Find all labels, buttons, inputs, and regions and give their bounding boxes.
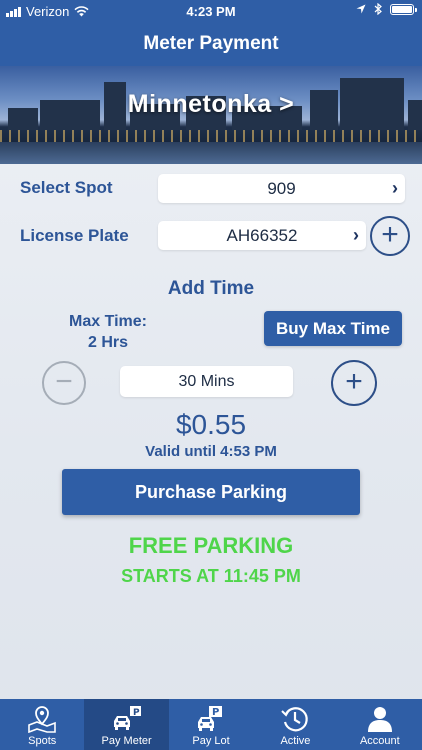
free-parking-notice: FREE PARKING xyxy=(128,533,294,558)
map-pin-icon xyxy=(28,706,57,733)
tab-label: Spots xyxy=(28,735,57,747)
valid-until-text: Valid until 4:53 PM xyxy=(145,443,277,460)
tab-label: Pay Lot xyxy=(192,735,230,747)
city-selector[interactable]: Minnetonka > xyxy=(0,90,422,119)
license-plate-label: License Plate xyxy=(20,226,129,245)
add-plate-button[interactable]: + xyxy=(370,216,410,256)
battery-icon xyxy=(390,3,417,15)
purchase-parking-button[interactable]: Purchase Parking xyxy=(62,469,360,515)
tab-pay-meter[interactable]: P Pay Meter xyxy=(84,699,169,750)
plus-icon: + xyxy=(381,218,399,251)
max-time-info: Max Time: 2 Hrs xyxy=(60,311,156,353)
person-icon xyxy=(367,707,392,732)
license-plate-field[interactable]: AH66352 › xyxy=(158,221,366,250)
duration-field[interactable]: 30 Mins xyxy=(120,366,293,397)
tab-pay-lot[interactable]: P Pay Lot xyxy=(169,699,253,750)
tab-label: Pay Meter xyxy=(101,735,152,747)
svg-text:P: P xyxy=(212,707,219,718)
price-amount: $0.55 xyxy=(175,409,247,440)
bluetooth-icon xyxy=(374,3,382,15)
tab-label: Active xyxy=(280,735,311,747)
svg-text:P: P xyxy=(133,708,140,718)
car-lot-icon: P xyxy=(198,706,223,731)
max-time-label: Max Time: xyxy=(69,313,147,330)
minus-icon: − xyxy=(55,365,73,398)
increase-time-button[interactable]: + xyxy=(331,360,377,406)
chevron-right-icon: › xyxy=(353,225,359,245)
tab-label: Account xyxy=(359,735,400,747)
car-meter-icon: P xyxy=(113,706,141,730)
buy-max-time-button[interactable]: Buy Max Time xyxy=(264,311,402,346)
clock-history-icon xyxy=(281,707,309,732)
add-time-heading: Add Time xyxy=(167,278,255,299)
tab-spots[interactable]: Spots xyxy=(0,699,84,750)
spot-field[interactable]: 909 › xyxy=(158,174,405,203)
location-arrow-icon xyxy=(356,4,366,14)
page-title: Meter Payment xyxy=(0,22,422,66)
spot-value: 909 xyxy=(267,179,296,198)
plus-icon: + xyxy=(345,365,363,398)
chevron-right-icon: › xyxy=(392,178,398,198)
lake-reflection xyxy=(0,142,422,164)
max-time-value: 2 Hrs xyxy=(87,334,129,351)
city-banner[interactable]: Minnetonka > xyxy=(0,66,422,164)
tab-active[interactable]: Active xyxy=(253,699,337,750)
select-spot-label: Select Spot xyxy=(20,178,113,197)
license-plate-value: AH66352 xyxy=(226,226,298,245)
tab-bar: Spots P Pay Meter P Pay Lot Active Accou… xyxy=(0,699,422,750)
free-parking-start-time: STARTS AT 11:45 PM xyxy=(121,566,301,586)
decrease-time-button[interactable]: − xyxy=(42,361,86,405)
tab-account[interactable]: Account xyxy=(338,699,422,750)
status-bar: Verizon 4:23 PM xyxy=(0,0,422,22)
